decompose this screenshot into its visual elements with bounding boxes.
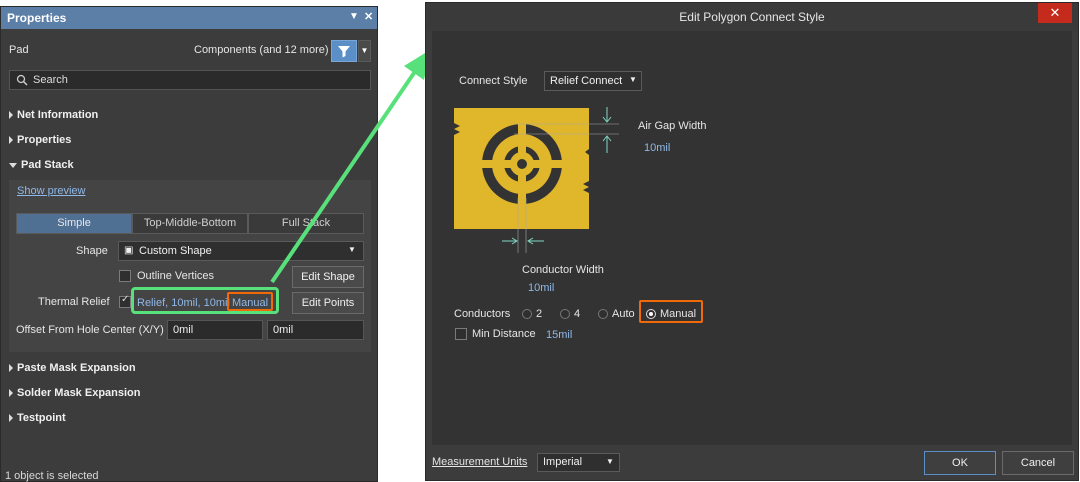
conductors-auto-radio[interactable] (598, 309, 608, 319)
chevron-down-icon: ▼ (606, 457, 614, 466)
arrow-right-icon (502, 237, 518, 245)
conductors-4-label: 4 (574, 308, 581, 320)
ok-button[interactable]: OK (924, 451, 996, 475)
dialog-close-button[interactable]: ✕ (1038, 3, 1072, 23)
thermal-relief-preview (454, 107, 619, 253)
conductors-4-radio[interactable] (560, 309, 570, 319)
conductors-label: Conductors (454, 308, 511, 320)
edit-polygon-connect-style-dialog: Edit Polygon Connect Style ✕ Connect Sty… (425, 2, 1079, 481)
conductors-auto-label: Auto (612, 308, 635, 320)
cancel-button[interactable]: Cancel (1002, 451, 1074, 475)
arrow-left-icon (527, 237, 544, 245)
conductor-width-value[interactable]: 10mil (528, 282, 554, 294)
min-distance-value[interactable]: 15mil (546, 329, 572, 341)
conductor-width-label: Conductor Width (522, 264, 604, 276)
measurement-units-select[interactable]: Imperial ▼ (537, 453, 620, 472)
arrow-down-icon (602, 107, 612, 123)
connect-style-value: Relief Connect (550, 75, 623, 87)
conductors-2-radio[interactable] (522, 309, 532, 319)
connect-style-select[interactable]: Relief Connect ▼ (544, 71, 642, 91)
manual-highlight (639, 300, 703, 323)
measurement-units-value: Imperial (543, 456, 583, 468)
chevron-down-icon: ▼ (629, 75, 637, 84)
measurement-units-label: Measurement Units (432, 456, 528, 468)
conductors-2-label: 2 (536, 308, 543, 320)
min-distance-label: Min Distance (472, 328, 536, 340)
min-distance-checkbox[interactable] (455, 328, 467, 340)
connect-style-label: Connect Style (459, 75, 528, 87)
dialog-title: Edit Polygon Connect Style (426, 3, 1078, 31)
dialog-body: Connect Style Relief Connect ▼ Air Gap W… (432, 31, 1072, 445)
air-gap-label: Air Gap Width (638, 120, 707, 132)
arrow-up-icon (602, 135, 612, 153)
air-gap-value[interactable]: 10mil (644, 142, 670, 154)
